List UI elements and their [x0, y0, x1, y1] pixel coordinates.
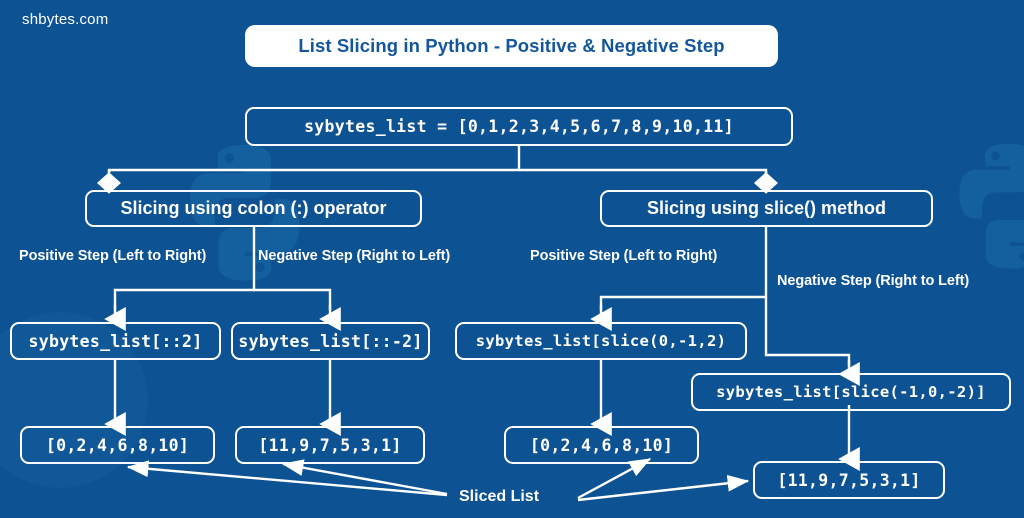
- result-slice-negative: [11,9,7,5,3,1]: [753, 461, 945, 499]
- root-node-list-definition: sybytes_list = [0,1,2,3,4,5,6,7,8,9,10,1…: [245, 107, 793, 146]
- branch-slice-method: Slicing using slice() method: [600, 190, 933, 227]
- label-colon-negative-step: Negative Step (Right to Left): [258, 248, 451, 264]
- label-slice-negative-step: Negative Step (Right to Left): [777, 273, 970, 289]
- result-slice-positive: [0,2,4,6,8,10]: [504, 426, 699, 464]
- label-slice-positive-step: Positive Step (Left to Right): [530, 248, 718, 264]
- brand-watermark: shbytes.com: [22, 11, 109, 28]
- result-colon-positive: [0,2,4,6,8,10]: [20, 426, 215, 464]
- label-colon-positive-step: Positive Step (Left to Right): [19, 248, 207, 264]
- expression-colon-negative: sybytes_list[::-2]: [231, 322, 430, 360]
- expression-colon-positive: sybytes_list[::2]: [10, 322, 221, 360]
- label-sliced-list: Sliced List: [459, 488, 540, 505]
- branch-colon-operator: Slicing using colon (:) operator: [85, 190, 422, 227]
- expression-slice-positive: sybytes_list[slice(0,-1,2): [455, 322, 747, 360]
- diagram-canvas: shbytes.com List Slicing in Python - Pos…: [0, 0, 1024, 518]
- result-colon-negative: [11,9,7,5,3,1]: [235, 426, 425, 464]
- expression-slice-negative: sybytes_list[slice(-1,0,-2)]: [691, 373, 1011, 411]
- diagram-title: List Slicing in Python - Positive & Nega…: [245, 25, 778, 67]
